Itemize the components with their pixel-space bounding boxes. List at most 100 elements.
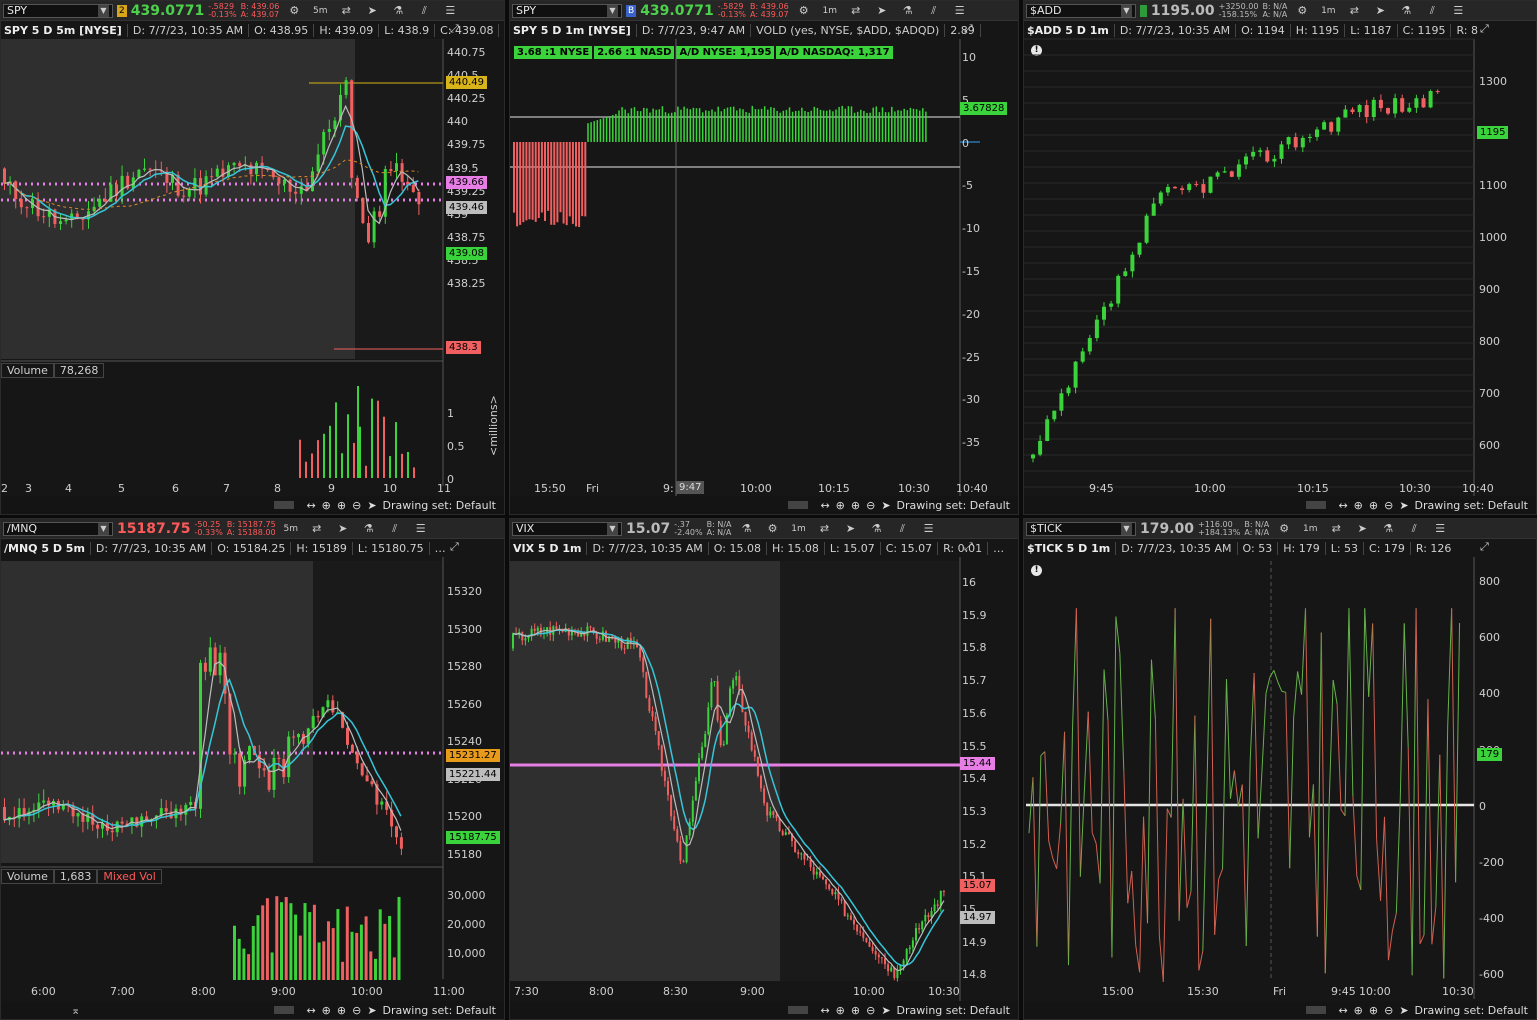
price-axis-tick: 15.5	[962, 739, 987, 753]
value-axis-tick: 1300	[1479, 75, 1507, 88]
candle	[676, 829, 679, 842]
tick-segment	[1075, 608, 1081, 877]
scrollbar[interactable]	[788, 1006, 809, 1014]
drawing-set-label[interactable]: Drawing set: Default	[1415, 1004, 1528, 1017]
pointer-icon[interactable]: ➤	[1399, 1004, 1408, 1017]
zoom-in-icon[interactable]: ⊕	[1369, 499, 1378, 512]
candle	[232, 162, 236, 166]
vix-price-chart[interactable]	[510, 519, 1019, 1020]
zoom-in-icon[interactable]: ⊕	[851, 1004, 860, 1017]
tick-line-chart[interactable]	[1024, 519, 1537, 1020]
tick-segment	[1154, 719, 1160, 936]
mnq-price-chart[interactable]	[1, 519, 505, 1020]
candle	[756, 756, 759, 776]
volume-bar	[341, 453, 343, 478]
scroll-arrows-icon[interactable]: ↔	[306, 1004, 315, 1017]
x-axis-tick: 5	[118, 482, 125, 495]
scroll-arrows-icon[interactable]: ↔	[820, 1004, 829, 1017]
tick-segment	[1083, 711, 1089, 793]
scrollbar[interactable]	[274, 501, 295, 509]
collapse-icon[interactable]: ⌅	[71, 1004, 80, 1017]
scrollbar[interactable]	[274, 1006, 295, 1014]
drawing-set-label[interactable]: Drawing set: Default	[897, 1004, 1010, 1017]
tick-segment	[1384, 816, 1389, 961]
pointer-icon[interactable]: ➤	[367, 1004, 376, 1017]
candle	[272, 757, 276, 790]
price-axis-tick: 15.9	[962, 608, 987, 622]
scroll-arrows-icon[interactable]: ↔	[820, 499, 829, 512]
tick-segment	[1190, 715, 1196, 892]
scroll-arrows-icon[interactable]: ↔	[1338, 1004, 1347, 1017]
x-axis-tick: 9:	[663, 482, 674, 495]
tick-segment	[1127, 871, 1133, 904]
ma-label: 14.97	[960, 911, 995, 924]
candle	[1066, 387, 1071, 394]
zoom-out-icon[interactable]: ⊖	[866, 1004, 875, 1017]
candle	[322, 131, 326, 155]
candle	[911, 940, 914, 948]
pointer-icon[interactable]: ➤	[881, 1004, 890, 1017]
candle	[905, 949, 908, 961]
volume-header: Volume 1,683 Mixed Vol	[1, 869, 162, 884]
x-axis-tick: 11:00	[433, 985, 465, 998]
candle	[713, 681, 716, 683]
add-candlestick-chart[interactable]	[1024, 1, 1537, 515]
volume-unit: <millions>	[487, 395, 500, 456]
x-axis-tick: 10:30	[1442, 985, 1474, 998]
candle	[277, 757, 281, 759]
zoom-in-icon[interactable]: ⊕	[337, 499, 346, 512]
candle	[1272, 158, 1277, 162]
drawing-set-label[interactable]: Drawing set: Default	[383, 1004, 496, 1017]
candle	[1158, 192, 1163, 204]
volume-bar	[331, 928, 335, 980]
candle	[623, 648, 626, 650]
candle	[228, 693, 232, 755]
scroll-arrows-icon[interactable]: ↔	[306, 499, 315, 512]
crosshair-icon[interactable]: ⊕	[322, 1004, 331, 1017]
zoom-in-icon[interactable]: ⊕	[851, 499, 860, 512]
candle	[1307, 136, 1312, 138]
candle	[267, 770, 271, 790]
crosshair-icon[interactable]: ⊕	[1354, 1004, 1363, 1017]
crosshair-icon[interactable]: ⊕	[836, 1004, 845, 1017]
tick-segment	[1332, 679, 1338, 705]
zoom-out-icon[interactable]: ⊖	[352, 1004, 361, 1017]
zoom-out-icon[interactable]: ⊖	[1384, 499, 1393, 512]
candle	[59, 221, 62, 224]
drawing-set-label[interactable]: Drawing set: Default	[383, 499, 496, 512]
pointer-icon[interactable]: ➤	[367, 499, 376, 512]
pointer-icon[interactable]: ➤	[1399, 499, 1408, 512]
volume-bar	[329, 425, 331, 478]
crosshair-icon[interactable]: ⊕	[322, 499, 331, 512]
tick-segment	[1222, 678, 1227, 869]
value-axis-tick: 0	[1479, 799, 1486, 813]
candle	[316, 715, 320, 718]
candle	[831, 889, 834, 895]
crosshair-icon[interactable]: ⊕	[836, 499, 845, 512]
candle	[806, 859, 809, 861]
scrollbar[interactable]	[1306, 1006, 1327, 1014]
volume-axis-tick: 1	[447, 407, 454, 420]
tick-segment	[1253, 672, 1259, 839]
zoom-out-icon[interactable]: ⊖	[1384, 1004, 1393, 1017]
drawing-set-label[interactable]: Drawing set: Default	[1415, 499, 1528, 512]
candle	[673, 816, 676, 830]
crosshair-icon[interactable]: ⊕	[1354, 499, 1363, 512]
volume-bar	[294, 914, 298, 980]
volume-bar	[364, 916, 368, 980]
candle	[96, 824, 100, 829]
x-axis-tick: 10:15	[1297, 482, 1329, 495]
scrollbar[interactable]	[1306, 501, 1327, 509]
zoom-out-icon[interactable]: ⊖	[352, 499, 361, 512]
drawing-set-label[interactable]: Drawing set: Default	[897, 499, 1010, 512]
zoom-out-icon[interactable]: ⊖	[866, 499, 875, 512]
zoom-in-icon[interactable]: ⊕	[1369, 1004, 1378, 1017]
vold-histogram-chart[interactable]	[510, 1, 1019, 515]
zoom-in-icon[interactable]: ⊕	[337, 1004, 346, 1017]
scroll-arrows-icon[interactable]: ↔	[1338, 499, 1347, 512]
scrollbar[interactable]	[788, 501, 809, 509]
pointer-icon[interactable]: ➤	[881, 499, 890, 512]
x-axis-tick: 10:30	[1399, 482, 1431, 495]
spy-price-chart[interactable]	[1, 1, 505, 515]
candle	[856, 924, 859, 932]
